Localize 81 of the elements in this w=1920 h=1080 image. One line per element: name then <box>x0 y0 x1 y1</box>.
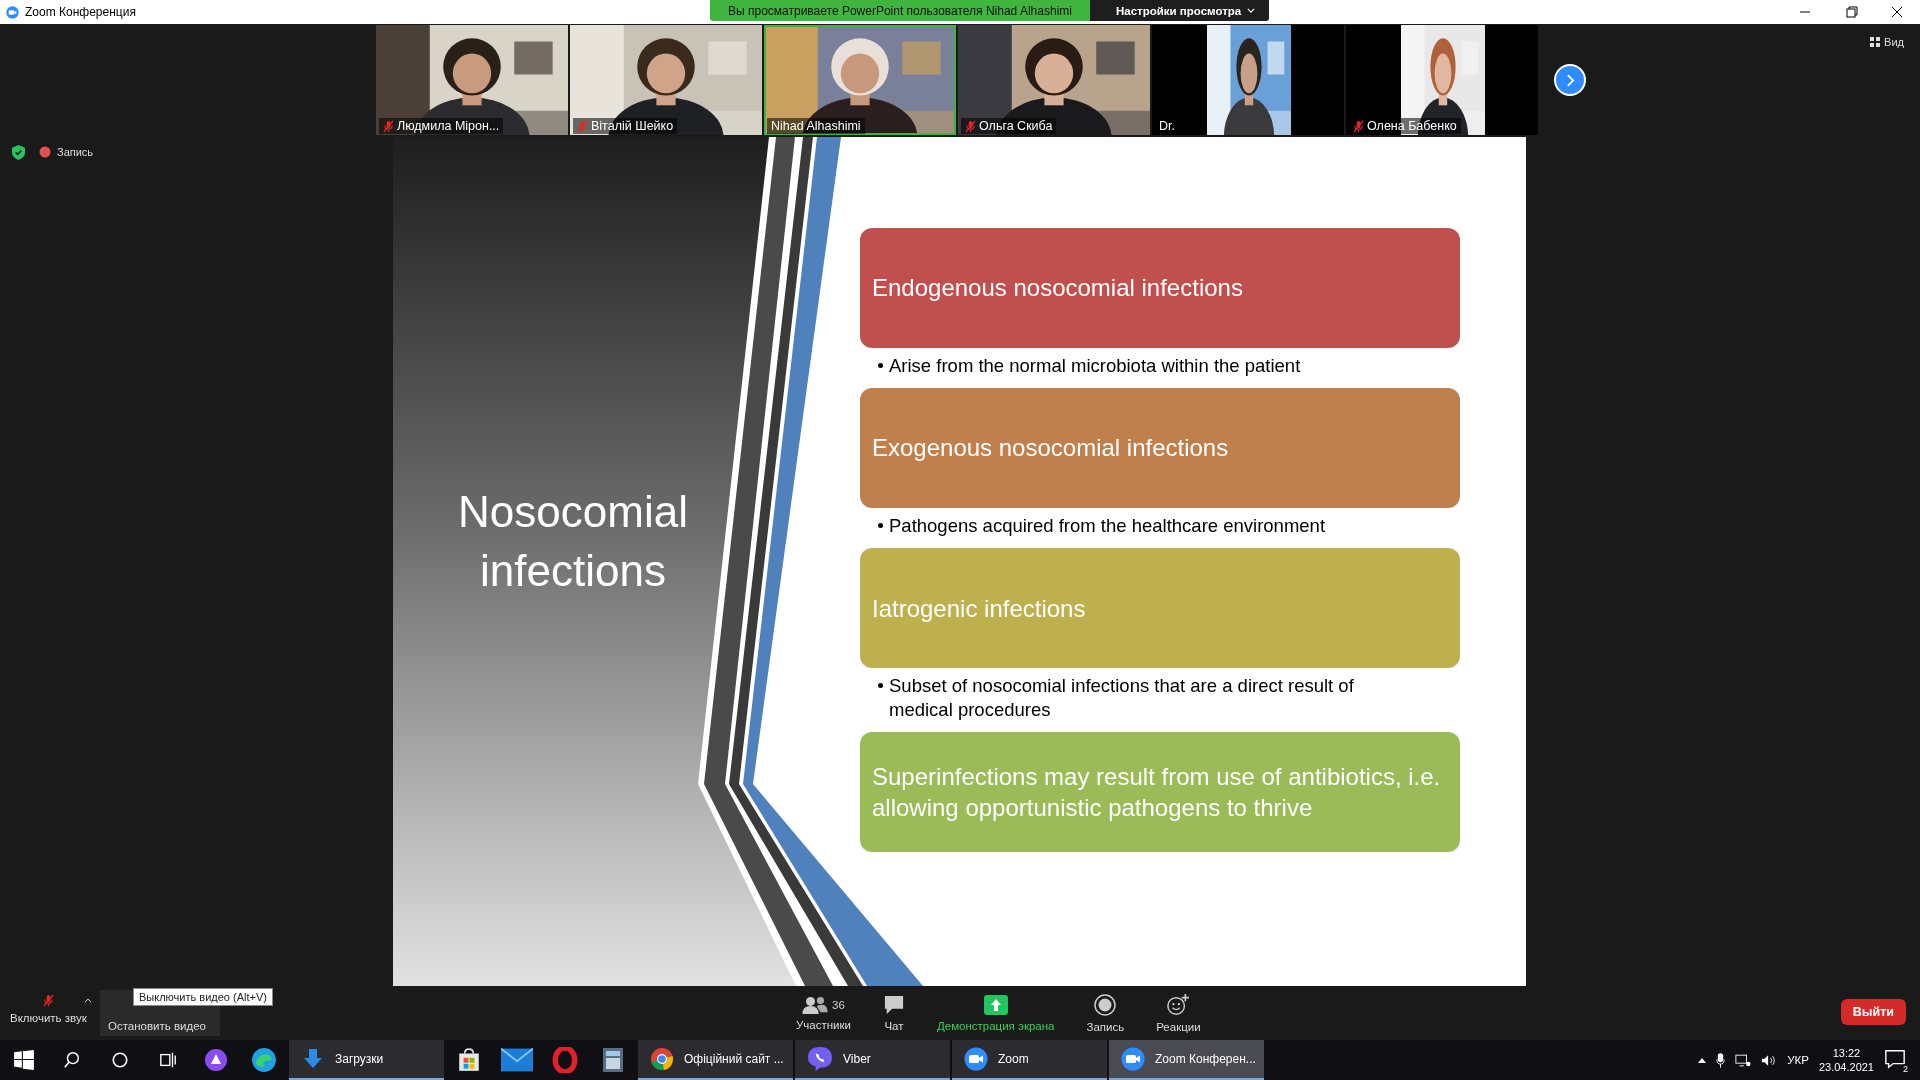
chat-bubble-icon <box>882 994 905 1015</box>
chevron-right-icon <box>1565 73 1575 87</box>
video-camera-icon <box>1121 1047 1145 1071</box>
bullet-text: Subset of nosocomial infections that are a direct result of medical procedures <box>889 674 1355 723</box>
view-button[interactable]: Вид <box>1868 34 1906 50</box>
bullet-dot <box>878 683 883 689</box>
caret-icon[interactable] <box>1698 1057 1707 1063</box>
people-icon <box>802 995 829 1014</box>
content-box: Iatrogenic infections <box>860 548 1460 669</box>
chat-button[interactable]: Чат <box>876 990 911 1036</box>
shopping-bag-icon[interactable] <box>456 1047 482 1073</box>
participant-name: Олена Бабенко <box>1367 119 1457 133</box>
speaker-icon[interactable] <box>1761 1053 1778 1067</box>
participant-name: Ольга Скиба <box>979 119 1053 133</box>
bullet-text: Arise from the normal microbiota within the patient <box>889 354 1301 378</box>
language-indicator[interactable]: УКР <box>1787 1054 1809 1066</box>
unmute-button[interactable]: Включить звук <box>4 990 93 1028</box>
wave-browser-icon[interactable] <box>251 1047 277 1073</box>
share-screen-icon <box>983 994 1008 1015</box>
participant-tile[interactable]: Dr. <box>1152 25 1344 135</box>
tooltip: Выключить видео (Alt+V) <box>133 988 273 1006</box>
taskbar-app-button[interactable]: Viber <box>795 1040 950 1080</box>
recording-dot-icon <box>39 146 51 158</box>
taskbar-app-button[interactable]: Zoom <box>952 1040 1107 1080</box>
calculator-icon[interactable] <box>603 1047 623 1073</box>
muted-mic-icon <box>965 119 976 133</box>
reactions-button[interactable]: Реакции <box>1150 989 1207 1037</box>
participant-name: Nihad Alhashimi <box>771 119 861 133</box>
slide-title: Nosocomial infections <box>457 486 689 597</box>
participant-count: 36 <box>832 998 845 1011</box>
participant-name: Dr. <box>1159 119 1175 133</box>
participant-tile[interactable]: Людмила Мірон... <box>376 25 568 135</box>
window-title: Zoom Конференция <box>25 5 136 19</box>
envelope-icon[interactable] <box>501 1048 533 1072</box>
record-icon <box>1094 993 1117 1016</box>
muted-mic-icon <box>1353 119 1364 133</box>
recording-label: Запись <box>57 146 94 158</box>
participants-button[interactable]: 36 Участники <box>790 991 857 1035</box>
participant-tile[interactable]: Ольга Скиба <box>958 25 1150 135</box>
circle-icon[interactable] <box>111 1051 129 1069</box>
sharing-banner: Вы просматриваете PowerPoint пользователя Nihad Alhashimi <box>710 0 1090 21</box>
network-icon[interactable] <box>1735 1053 1752 1067</box>
participant-tile[interactable]: Віталій Шейко <box>570 25 762 135</box>
microphone-icon[interactable] <box>1716 1052 1726 1068</box>
video-camera-icon <box>964 1047 988 1071</box>
notification-icon[interactable] <box>1884 1048 1906 1070</box>
participant-name: Людмила Мірон... <box>397 119 500 133</box>
ring-icon[interactable] <box>552 1047 578 1073</box>
notification-count: 2 <box>1901 1064 1910 1074</box>
smiley-plus-icon <box>1166 993 1191 1016</box>
muted-mic-icon <box>577 119 588 133</box>
taskbar-app-button[interactable]: Офіційний сайт ... <box>638 1040 793 1080</box>
task-view-icon[interactable] <box>159 1051 177 1069</box>
taskbar-app-button[interactable]: Zoom Конферен... <box>1109 1040 1264 1080</box>
grid-icon <box>1870 37 1881 47</box>
windows-start-icon[interactable] <box>13 1049 35 1071</box>
participant-tile[interactable]: Олена Бабенко <box>1346 25 1538 135</box>
caret-icon <box>1247 8 1256 13</box>
search-icon[interactable] <box>63 1051 81 1069</box>
muted-mic-icon <box>383 119 394 133</box>
leave-button[interactable]: Выйти <box>1840 999 1906 1025</box>
bullet-text: Pathogens acquired from the healthcare environment <box>889 514 1326 539</box>
content-box: Exogenous nosocomial infections <box>860 388 1460 509</box>
content-box: Superinfections may result from use of antibiotics, i.e. allowing opportunistic pathogens to thrive <box>860 732 1460 853</box>
muted-microphone-icon <box>42 994 54 1007</box>
taskbar-app-button[interactable]: Загрузки <box>289 1040 444 1080</box>
participant-tile[interactable]: Nihad Alhashimi <box>764 25 956 135</box>
record-button[interactable]: Запись <box>1080 989 1131 1037</box>
view-options-button[interactable]: Настройки просмотра <box>1089 0 1270 21</box>
bullet-dot <box>878 523 883 529</box>
next-page-button[interactable] <box>1554 64 1586 96</box>
share-button[interactable]: Демонстрация экрана <box>930 990 1061 1036</box>
shield-check-icon[interactable] <box>12 144 25 160</box>
video-camera-icon <box>6 5 19 19</box>
phone-bubble-icon <box>807 1046 833 1072</box>
participant-name: Віталій Шейко <box>591 119 674 133</box>
bullet-dot <box>878 363 883 368</box>
chrome-browser-icon <box>650 1047 674 1071</box>
content-box: Endogenous nosocomial infections <box>860 228 1460 348</box>
clock[interactable]: 13:22 23.04.2021 <box>1818 1045 1874 1075</box>
triangle-app-icon[interactable] <box>204 1048 228 1072</box>
